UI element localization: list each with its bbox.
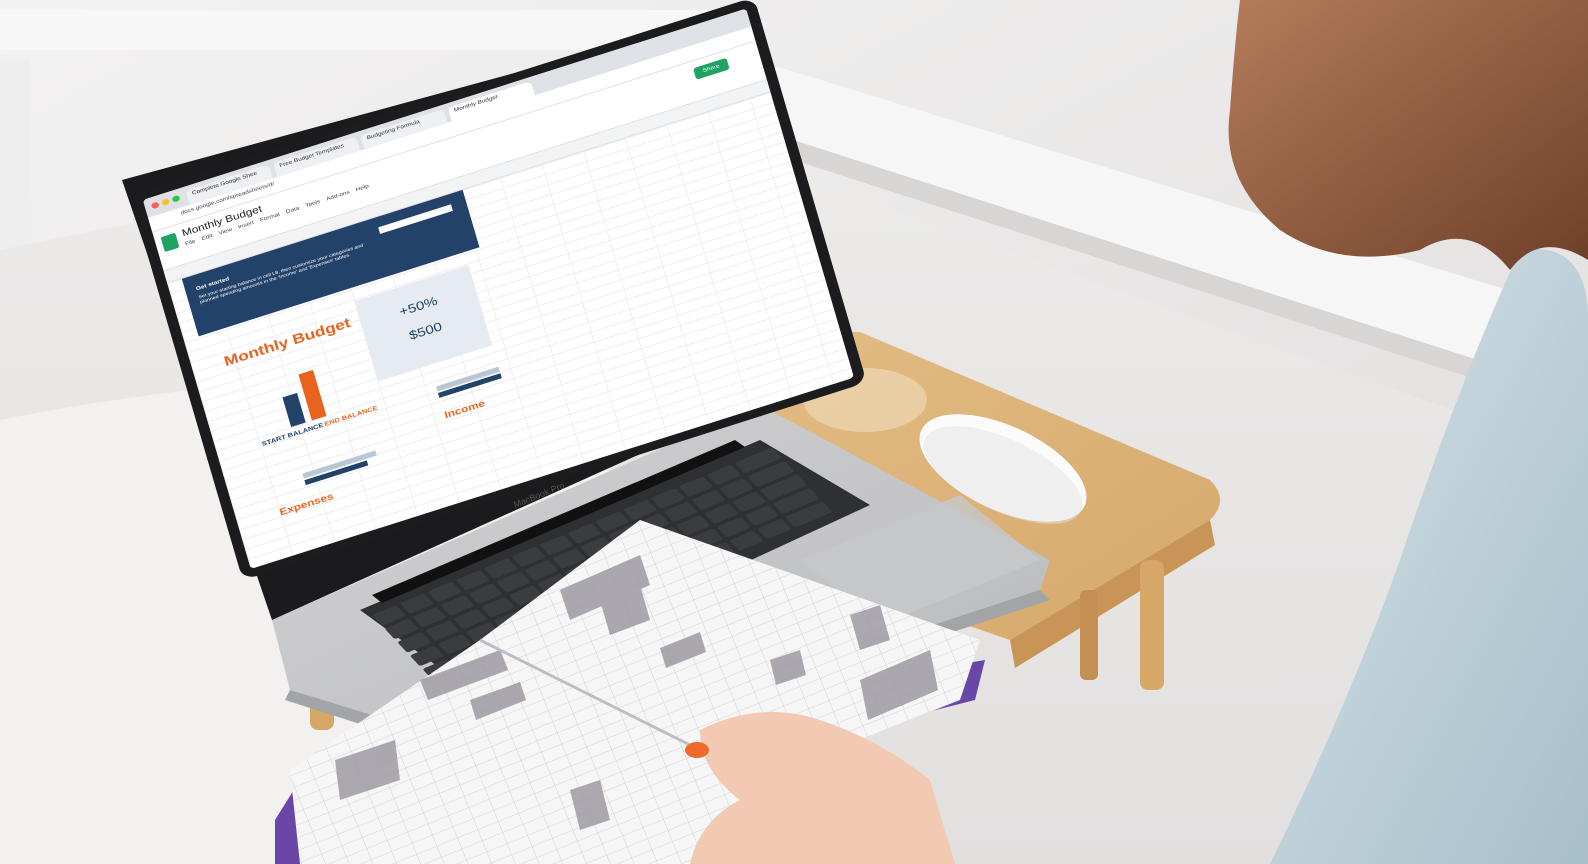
photo-scene: Complete Google Shee Free Budget Templat… <box>0 0 1588 864</box>
person-hair <box>1228 0 1588 270</box>
person-shirt <box>1270 248 1588 864</box>
hand <box>690 712 955 864</box>
foreground <box>275 0 1588 864</box>
